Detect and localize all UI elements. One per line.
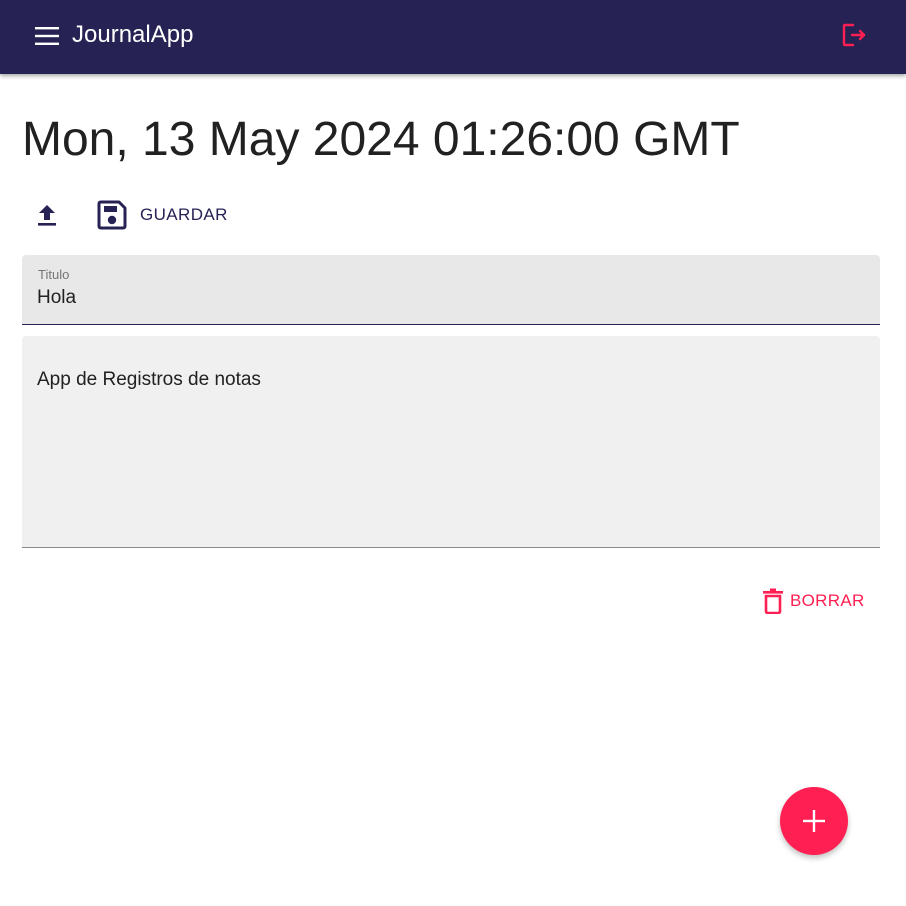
upload-button[interactable] bbox=[30, 198, 64, 232]
body-textarea[interactable]: App de Registros de notas bbox=[37, 368, 862, 528]
menu-button[interactable] bbox=[34, 25, 60, 47]
add-note-button[interactable] bbox=[780, 787, 848, 855]
title-field[interactable]: Titulo bbox=[22, 255, 880, 325]
menu-icon bbox=[35, 27, 59, 45]
app-bar: JournalApp bbox=[0, 0, 906, 74]
app-title: JournalApp bbox=[72, 21, 194, 48]
title-field-label: Titulo bbox=[38, 267, 70, 282]
logout-button[interactable] bbox=[838, 20, 872, 50]
plus-icon bbox=[803, 810, 825, 832]
save-label: GUARDAR bbox=[140, 205, 228, 224]
title-input[interactable] bbox=[37, 287, 857, 309]
save-icon bbox=[94, 197, 130, 233]
delete-label: BORRAR bbox=[790, 591, 865, 610]
upload-icon bbox=[38, 205, 56, 226]
body-field[interactable]: App de Registros de notas bbox=[22, 336, 880, 548]
save-button[interactable]: GUARDAR bbox=[90, 195, 232, 235]
trash-icon bbox=[763, 588, 783, 614]
note-date-title: Mon, 13 May 2024 01:26:00 GMT bbox=[22, 113, 740, 166]
logout-icon bbox=[842, 23, 866, 47]
delete-button[interactable]: BORRAR bbox=[760, 585, 865, 617]
